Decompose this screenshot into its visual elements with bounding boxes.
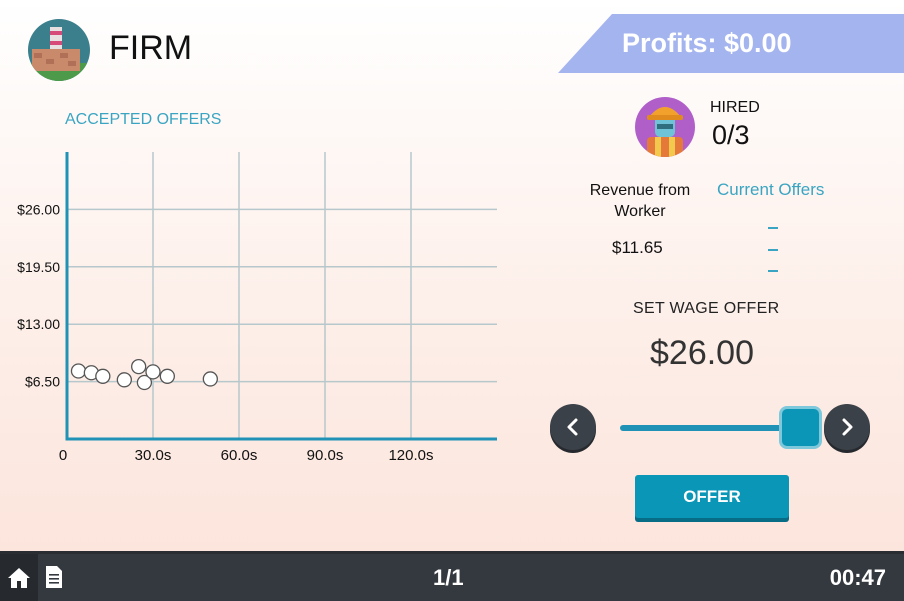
current-offer-2 xyxy=(768,249,778,251)
chevron-left-icon xyxy=(567,418,578,436)
wage-slider-thumb[interactable] xyxy=(779,406,822,449)
revenue-label: Revenue from Worker xyxy=(589,182,691,220)
x-tick-label-2: 60.0s xyxy=(221,447,258,464)
data-point-6 xyxy=(145,364,161,380)
chevron-right-icon xyxy=(842,418,853,436)
x-tick-label-1: 30.0s xyxy=(135,447,172,464)
profits-value: Profits: $0.00 xyxy=(622,28,792,58)
home-button[interactable] xyxy=(0,554,38,601)
document-button[interactable] xyxy=(44,565,64,594)
x-tick-label-3: 90.0s xyxy=(307,447,344,464)
document-icon xyxy=(46,566,62,588)
x-tick-label-0: 0 xyxy=(59,447,67,464)
y-tick-label-2: $19.50 xyxy=(17,259,60,275)
data-point-4 xyxy=(131,358,147,375)
data-point-0 xyxy=(70,363,87,379)
revenue-value: $11.65 xyxy=(612,238,663,257)
page-title: FIRM xyxy=(109,29,193,67)
x-tick-label-4: 120.0s xyxy=(388,447,433,464)
worker-avatar-icon xyxy=(635,97,695,157)
y-tick-label-0: $6.50 xyxy=(25,374,60,390)
hired-label: HIRED xyxy=(710,99,760,116)
y-tick-label-1: $13.00 xyxy=(17,316,60,332)
home-icon xyxy=(8,567,30,588)
chart-title: ACCEPTED OFFERS xyxy=(65,111,222,128)
timer: 00:47 xyxy=(829,565,886,590)
data-point-2 xyxy=(95,368,111,384)
page-indicator: 1/1 xyxy=(433,565,464,590)
offer-button[interactable]: OFFER xyxy=(635,475,789,518)
data-point-7 xyxy=(159,368,175,384)
increase-wage-button[interactable] xyxy=(824,404,870,450)
decrease-wage-button[interactable] xyxy=(550,404,596,450)
current-offer-1 xyxy=(768,227,778,229)
hired-value: 0/3 xyxy=(712,120,750,150)
bottom-bar: 1/1 00:47 xyxy=(0,551,904,601)
accepted-offers-chart: 0 30.0s 60.0s 90.0s 120.0s $6.50 $13.00 $19.50 $… xyxy=(17,152,497,464)
set-wage-label: SET WAGE OFFER xyxy=(633,300,780,317)
wage-value: $26.00 xyxy=(650,334,754,372)
firm-avatar-icon xyxy=(28,19,90,81)
data-point-3 xyxy=(116,372,132,388)
current-offer-3 xyxy=(768,270,778,272)
current-offers-label: Current Offers xyxy=(717,180,825,199)
data-point-8 xyxy=(202,371,218,387)
y-tick-label-3: $26.00 xyxy=(17,201,60,217)
wage-slider-track[interactable] xyxy=(620,425,790,431)
